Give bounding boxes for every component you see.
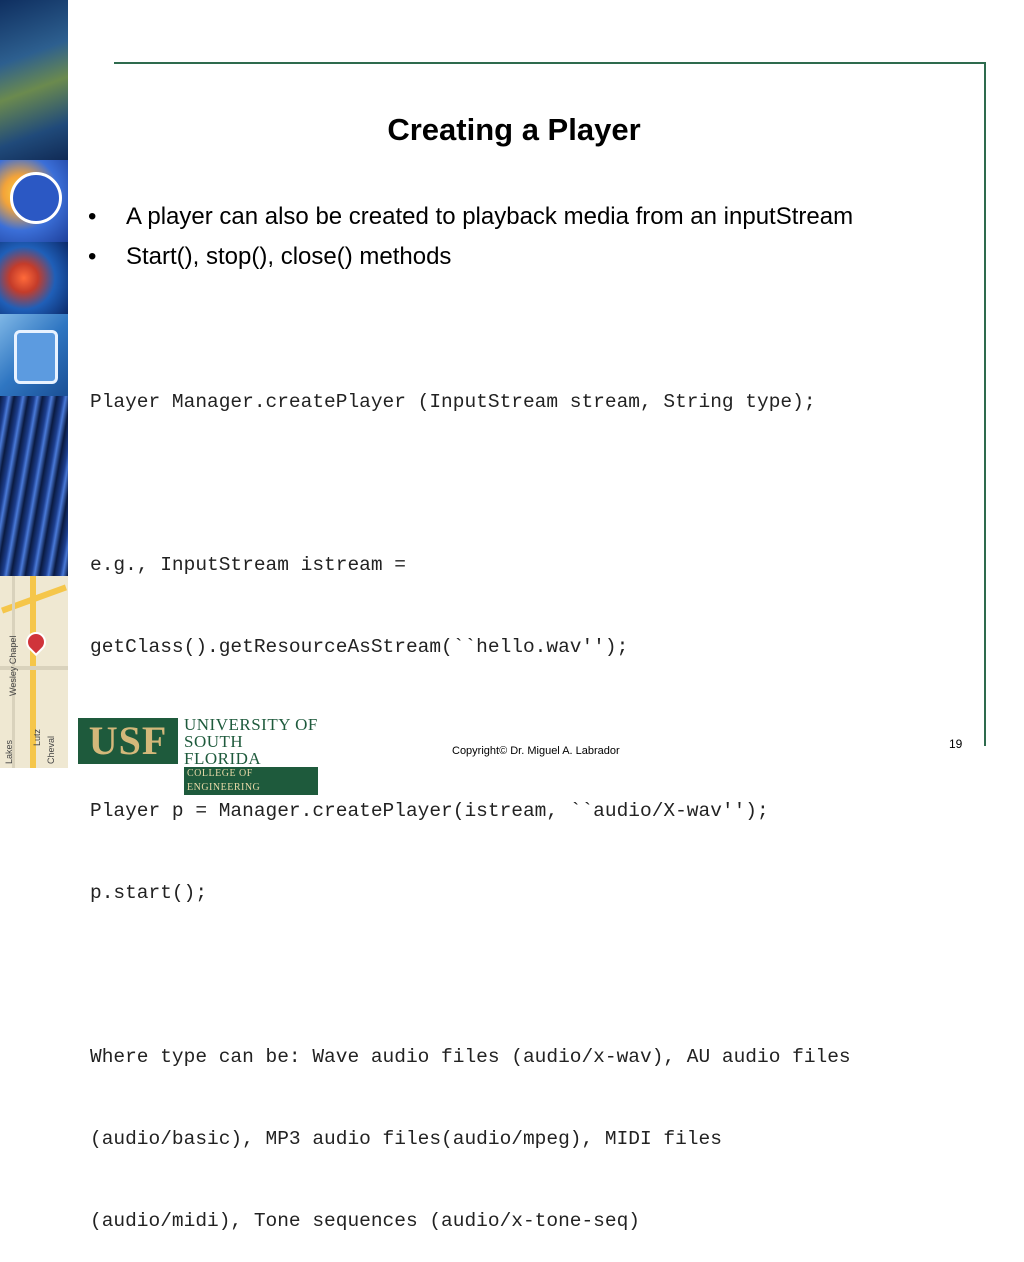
usf-logo-line2: SOUTH FLORIDA bbox=[184, 732, 262, 768]
code-line: e.g., InputStream istream = bbox=[90, 554, 406, 577]
bullet-glyph: • bbox=[88, 203, 97, 230]
page-number: 19 bbox=[949, 737, 963, 751]
map-pin-icon bbox=[21, 627, 51, 657]
map-label: Lakes bbox=[4, 739, 14, 764]
bullet-glyph: • bbox=[88, 243, 97, 270]
satellite-dish-image bbox=[0, 160, 68, 242]
code-line: p.start(); bbox=[90, 881, 208, 904]
map-label: Lutz bbox=[32, 728, 42, 746]
mobile-phone-icon bbox=[14, 330, 58, 384]
code-line: (audio/midi), Tone sequences (audio/x-to… bbox=[90, 1209, 640, 1232]
usf-logo-mark: USF bbox=[78, 718, 178, 764]
code-line: getClass().getResourceAsStream(``hello.w… bbox=[90, 636, 629, 659]
bullet-text: A player can also be created to playback… bbox=[126, 203, 854, 230]
code-line: Player Manager.createPlayer (InputStream… bbox=[90, 390, 816, 413]
code-line: (audio/basic), MP3 audio files(audio/mpe… bbox=[90, 1127, 722, 1150]
circuit-board-image bbox=[0, 396, 68, 576]
map-label: Wesley Chapel bbox=[8, 635, 18, 696]
usf-logo-line1: UNIVERSITY OF bbox=[184, 715, 318, 734]
slide-frame-top-border bbox=[114, 62, 986, 64]
bullet-item: • Start(), stop(), close() methods bbox=[86, 240, 886, 274]
satellite-earth-image bbox=[0, 0, 68, 160]
bullet-item: • A player can also be created to playba… bbox=[86, 200, 886, 234]
usf-logo-text: UNIVERSITY OF SOUTH FLORIDA COLLEGE OF E… bbox=[184, 716, 318, 795]
street-map-image: Wesley Chapel Lutz Lakes Cheval bbox=[0, 576, 68, 768]
footer-copyright: Copyright© Dr. Miguel A. Labrador bbox=[452, 745, 620, 757]
decorative-image-strip: Wesley Chapel Lutz Lakes Cheval bbox=[0, 0, 68, 768]
slide-title: Creating a Player bbox=[387, 112, 641, 147]
mobile-phone-image bbox=[0, 314, 68, 396]
bullet-list: • A player can also be created to playba… bbox=[86, 200, 886, 280]
satellite-dish-icon bbox=[10, 172, 62, 224]
code-line: Player p = Manager.createPlayer(istream,… bbox=[90, 800, 769, 823]
bullet-text: Start(), stop(), close() methods bbox=[126, 243, 452, 270]
code-line: Where type can be: Wave audio files (aud… bbox=[90, 1045, 851, 1068]
map-label: Cheval bbox=[46, 735, 56, 764]
code-block: Player Manager.createPlayer (InputStream… bbox=[90, 334, 980, 1262]
slide-frame-right-border bbox=[984, 62, 986, 746]
usf-logo-line3: COLLEGE OF ENGINEERING bbox=[184, 767, 318, 795]
brain-scan-image bbox=[0, 242, 68, 314]
usf-logo: USF UNIVERSITY OF SOUTH FLORIDA COLLEGE … bbox=[78, 716, 318, 795]
